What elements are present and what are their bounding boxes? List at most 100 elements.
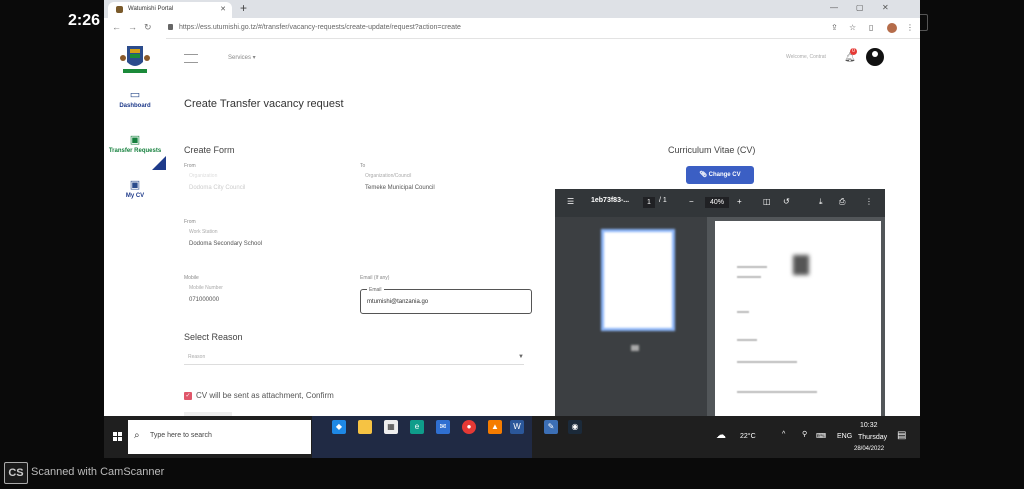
taskbar-search[interactable]: ⌕ Type here to search [128,420,311,454]
star-icon[interactable]: ☆ [849,23,856,32]
rotate-icon[interactable]: ↺ [783,197,790,206]
pdf-menu-icon[interactable]: ☰ [567,197,574,206]
app-icon[interactable]: ✎ [544,420,558,434]
pdf-text-line [737,361,797,363]
camscanner-logo: CS [4,462,28,484]
pdf-more-icon[interactable]: ⋮ [865,197,873,206]
paperclip-icon: 📎︎ [699,172,709,178]
lock-icon [168,24,173,31]
clock-day: Thursday [858,434,888,441]
from-org-field[interactable]: Dodoma City Council [189,185,245,191]
close-window-icon[interactable]: ✕ [882,3,889,12]
pdf-page-total: / 1 [659,197,667,204]
pdf-text-line [737,339,757,341]
phone-clock: 2:26 [68,12,101,29]
print-icon[interactable]: ⎙ [839,197,845,207]
welcome-text: Welcome, Contrat [786,54,826,60]
reason-section-title: Select Reason [184,332,243,342]
zoom-out-icon[interactable]: − [689,197,694,206]
forward-icon[interactable]: → [128,22,137,32]
browser-window: Watumishi Portal ✕ + — ▢ ✕ ← → ↻ https:/… [104,0,920,416]
pdf-page-input[interactable]: 1 [643,197,655,208]
camera-app-icon[interactable]: ◉ [568,420,582,434]
clock-date: 28/04/2022 [854,446,885,452]
change-cv-label: Change CV [708,172,741,178]
chrome-icon[interactable]: ● [462,420,476,434]
store-icon[interactable]: ▦ [384,420,398,434]
to-org-field[interactable]: Temeke Municipal Council [365,185,435,191]
language-indicator[interactable]: ENG [837,433,852,440]
reason-placeholder: Reason [188,354,206,360]
email-field[interactable]: Email mtumishi@tanzania.go [360,287,532,314]
minimize-icon[interactable]: — [830,3,838,12]
services-label: Services [228,55,252,61]
dropdown-arrow-icon: ▼ [518,354,524,360]
word-icon[interactable]: W [510,420,524,434]
to-org-label: Organization/Council [365,173,412,179]
sidebar-item-label: Dashboard [119,103,151,109]
sidepanel-icon[interactable]: ▯ [869,23,873,32]
pdf-zoom-level[interactable]: 40% [705,197,729,208]
work-station-label: Work Station [189,229,218,235]
windows-start-icon[interactable] [113,432,123,442]
coat-of-arms-logo [120,46,150,73]
notification-center-icon[interactable]: ▤ [897,430,906,441]
tab-bar: Watumishi Portal ✕ + — ▢ ✕ [104,0,920,18]
menu-dots-icon[interactable]: ⋮ [906,23,914,32]
close-tab-icon[interactable]: ✕ [220,5,226,13]
tab-title: Watumishi Portal [128,6,174,12]
hamburger-icon[interactable] [184,54,198,63]
maximize-icon[interactable]: ▢ [856,3,864,12]
briefcase-icon: ▣ [129,134,141,146]
download-icon[interactable]: ⤓ [819,197,823,207]
email-label: Email (If any) [360,275,390,281]
user-avatar-icon[interactable] [866,48,884,66]
mobile-label: Mobile [184,275,199,281]
to-label: To [360,163,366,169]
pdf-photo [793,255,809,275]
mobile-field[interactable]: 071000000 [189,297,219,303]
share-icon[interactable]: ⇪ [831,23,838,32]
tray-chevron-icon[interactable]: ^ [782,431,785,438]
pdf-thumbnail-page[interactable] [601,229,675,331]
vlc-icon[interactable]: ▲ [488,420,502,434]
page-title: Create Transfer vacancy request [184,98,344,110]
zoom-in-icon[interactable]: + [737,197,742,206]
keyboard-icon[interactable]: ⌨ [816,432,826,440]
new-tab-icon[interactable]: + [240,1,247,15]
pdf-toolbar: ☰ 1eb73f83-... 1 / 1 − 40% + ◫ ↺ ⤓ ⎙ ⋮ [555,189,885,217]
url-field[interactable]: https://ess.utumishi.go.tz/#/transfer/va… [168,21,828,35]
sidebar-item-my-cv[interactable]: ▣ My CV [104,178,166,199]
sidebar-item-dashboard[interactable]: ▭ Dashboard [104,88,166,109]
change-cv-button[interactable]: 📎︎ Change CV [686,166,754,184]
profile-avatar[interactable] [887,23,897,33]
usb-icon[interactable]: ⚲ [802,430,807,438]
weather-icon[interactable]: ☁ [716,430,726,441]
pdf-filename: 1eb73f83-... [591,197,630,204]
fit-page-icon[interactable]: ◫ [763,197,771,206]
temperature: 22°C [740,433,756,440]
dropbox-icon[interactable]: ◆ [332,420,346,434]
back-icon[interactable]: ← [112,22,121,32]
pdf-thumbnails [555,217,707,416]
cv-confirm-checkbox[interactable]: ✓ [184,392,192,400]
email-value: mtumishi@tanzania.go [367,299,429,305]
notification-badge: 0 [850,48,857,55]
cv-title: Curriculum Vitae (CV) [668,145,756,155]
file-explorer-icon[interactable] [358,420,372,434]
windows-taskbar: ⌕ Type here to search ◆ ▦ e ✉ ● ▲ W ✎ ◉ … [104,416,920,458]
form-section-title: Create Form [184,145,235,155]
sidebar-item-transfer-requests[interactable]: ▣ Transfer Requests [104,133,166,154]
work-station-field[interactable]: Dodoma Secondary School [189,241,262,247]
pdf-thumbnail-number [631,345,639,351]
mobile-number-label: Mobile Number [189,285,223,291]
reason-select[interactable]: Reason ▼ [184,350,524,365]
reload-icon[interactable]: ↻ [144,22,152,33]
edge-icon[interactable]: e [410,420,424,434]
mail-icon[interactable]: ✉ [436,420,450,434]
briefcase-icon: ▣ [129,179,141,191]
services-menu[interactable]: Services ▾ [228,54,256,61]
email-sub-label: Email [367,287,384,293]
browser-tab[interactable]: Watumishi Portal ✕ [108,2,232,18]
taskbar-search-placeholder: Type here to search [150,432,212,439]
